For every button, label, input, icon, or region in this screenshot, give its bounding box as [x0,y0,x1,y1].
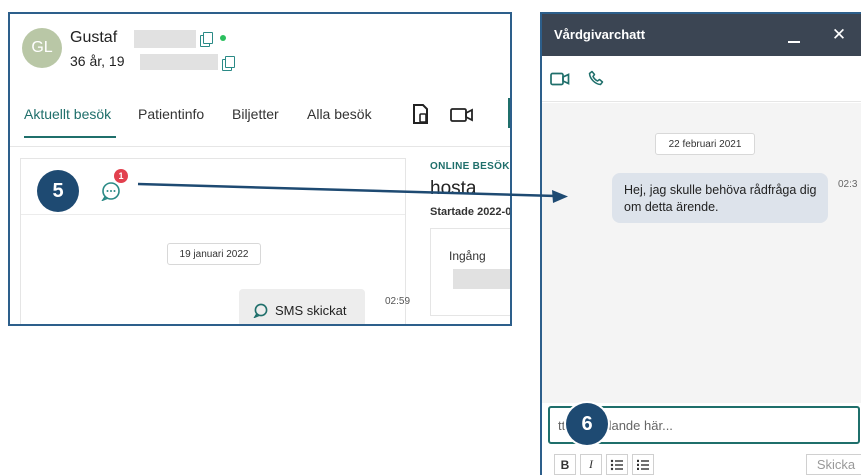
italic-button[interactable]: I [580,454,602,475]
video-icon[interactable] [450,108,474,122]
copy-icon[interactable] [200,32,213,47]
redacted-entry-value [453,269,510,289]
chat-card: 1 19 januari 2022 SMS skickat 02:59 [20,158,410,324]
copy-icon[interactable] [222,56,235,71]
patient-age: 36 år, 19 [70,53,125,69]
close-button[interactable]: ✕ [829,23,849,47]
avatar: GL [22,28,62,68]
date-divider: 19 januari 2022 [167,243,261,265]
panel-edge-accent [508,98,510,128]
card-divider [21,214,405,215]
entry-card: Ingång [430,228,510,316]
date-divider: 22 februari 2021 [655,133,755,155]
tab-aktuellt-besok[interactable]: Aktuellt besök [24,106,111,122]
patient-panel: GL Gustaf 36 år, 19 Aktuellt besök Patie… [8,12,512,326]
minimize-button[interactable] [784,23,804,47]
send-button[interactable]: Skicka [806,454,861,475]
visit-start-date: Startade 2022-0 [430,206,512,218]
unread-badge: 1 [114,169,128,183]
entry-label: Ingång [449,249,486,263]
bold-button[interactable]: B [554,454,576,475]
redacted-surname [134,30,196,48]
patient-name: Gustaf [70,29,118,46]
message-timestamp: 02:59 [385,296,411,307]
document-phone-icon[interactable] [412,104,429,124]
tab-biljetter[interactable]: Biljetter [232,106,279,122]
format-toolbar: B I Skicka [548,454,861,475]
active-tab-indicator [24,136,116,138]
numbered-list-button[interactable] [632,454,654,475]
redacted-personal-number [140,54,218,70]
bulleted-list-icon [610,459,623,470]
chat-messages: 22 februari 2021 Hej, jag skulle behöva … [542,103,861,403]
sms-label: SMS skickat [275,303,347,318]
tab-alla-besok[interactable]: Alla besök [307,106,372,122]
chat-bubble-icon[interactable] [101,181,121,201]
video-call-icon[interactable] [550,72,570,86]
bulleted-list-button[interactable] [606,454,628,475]
chat-title: Vårdgivarchatt [554,27,646,42]
visit-type-label: ONLINE BESÖK [430,161,510,172]
message-timestamp: 02:3 [838,179,858,190]
tab-divider [10,146,510,147]
chat-message: Hej, jag skulle behöva rådfråga dig om d… [612,173,828,223]
sms-sent-message: SMS skickat [239,289,365,324]
speech-bubble-icon [253,303,268,318]
step-marker-6: 6 [566,403,608,445]
chat-toolbar [542,56,861,102]
step-marker-5: 5 [37,170,79,212]
chat-header: Vårdgivarchatt ✕ [542,14,861,56]
visit-title: hosta [430,178,477,199]
tab-patientinfo[interactable]: Patientinfo [138,106,204,122]
phone-icon[interactable] [588,70,604,86]
online-status-dot [220,35,226,41]
numbered-list-icon [637,459,649,470]
